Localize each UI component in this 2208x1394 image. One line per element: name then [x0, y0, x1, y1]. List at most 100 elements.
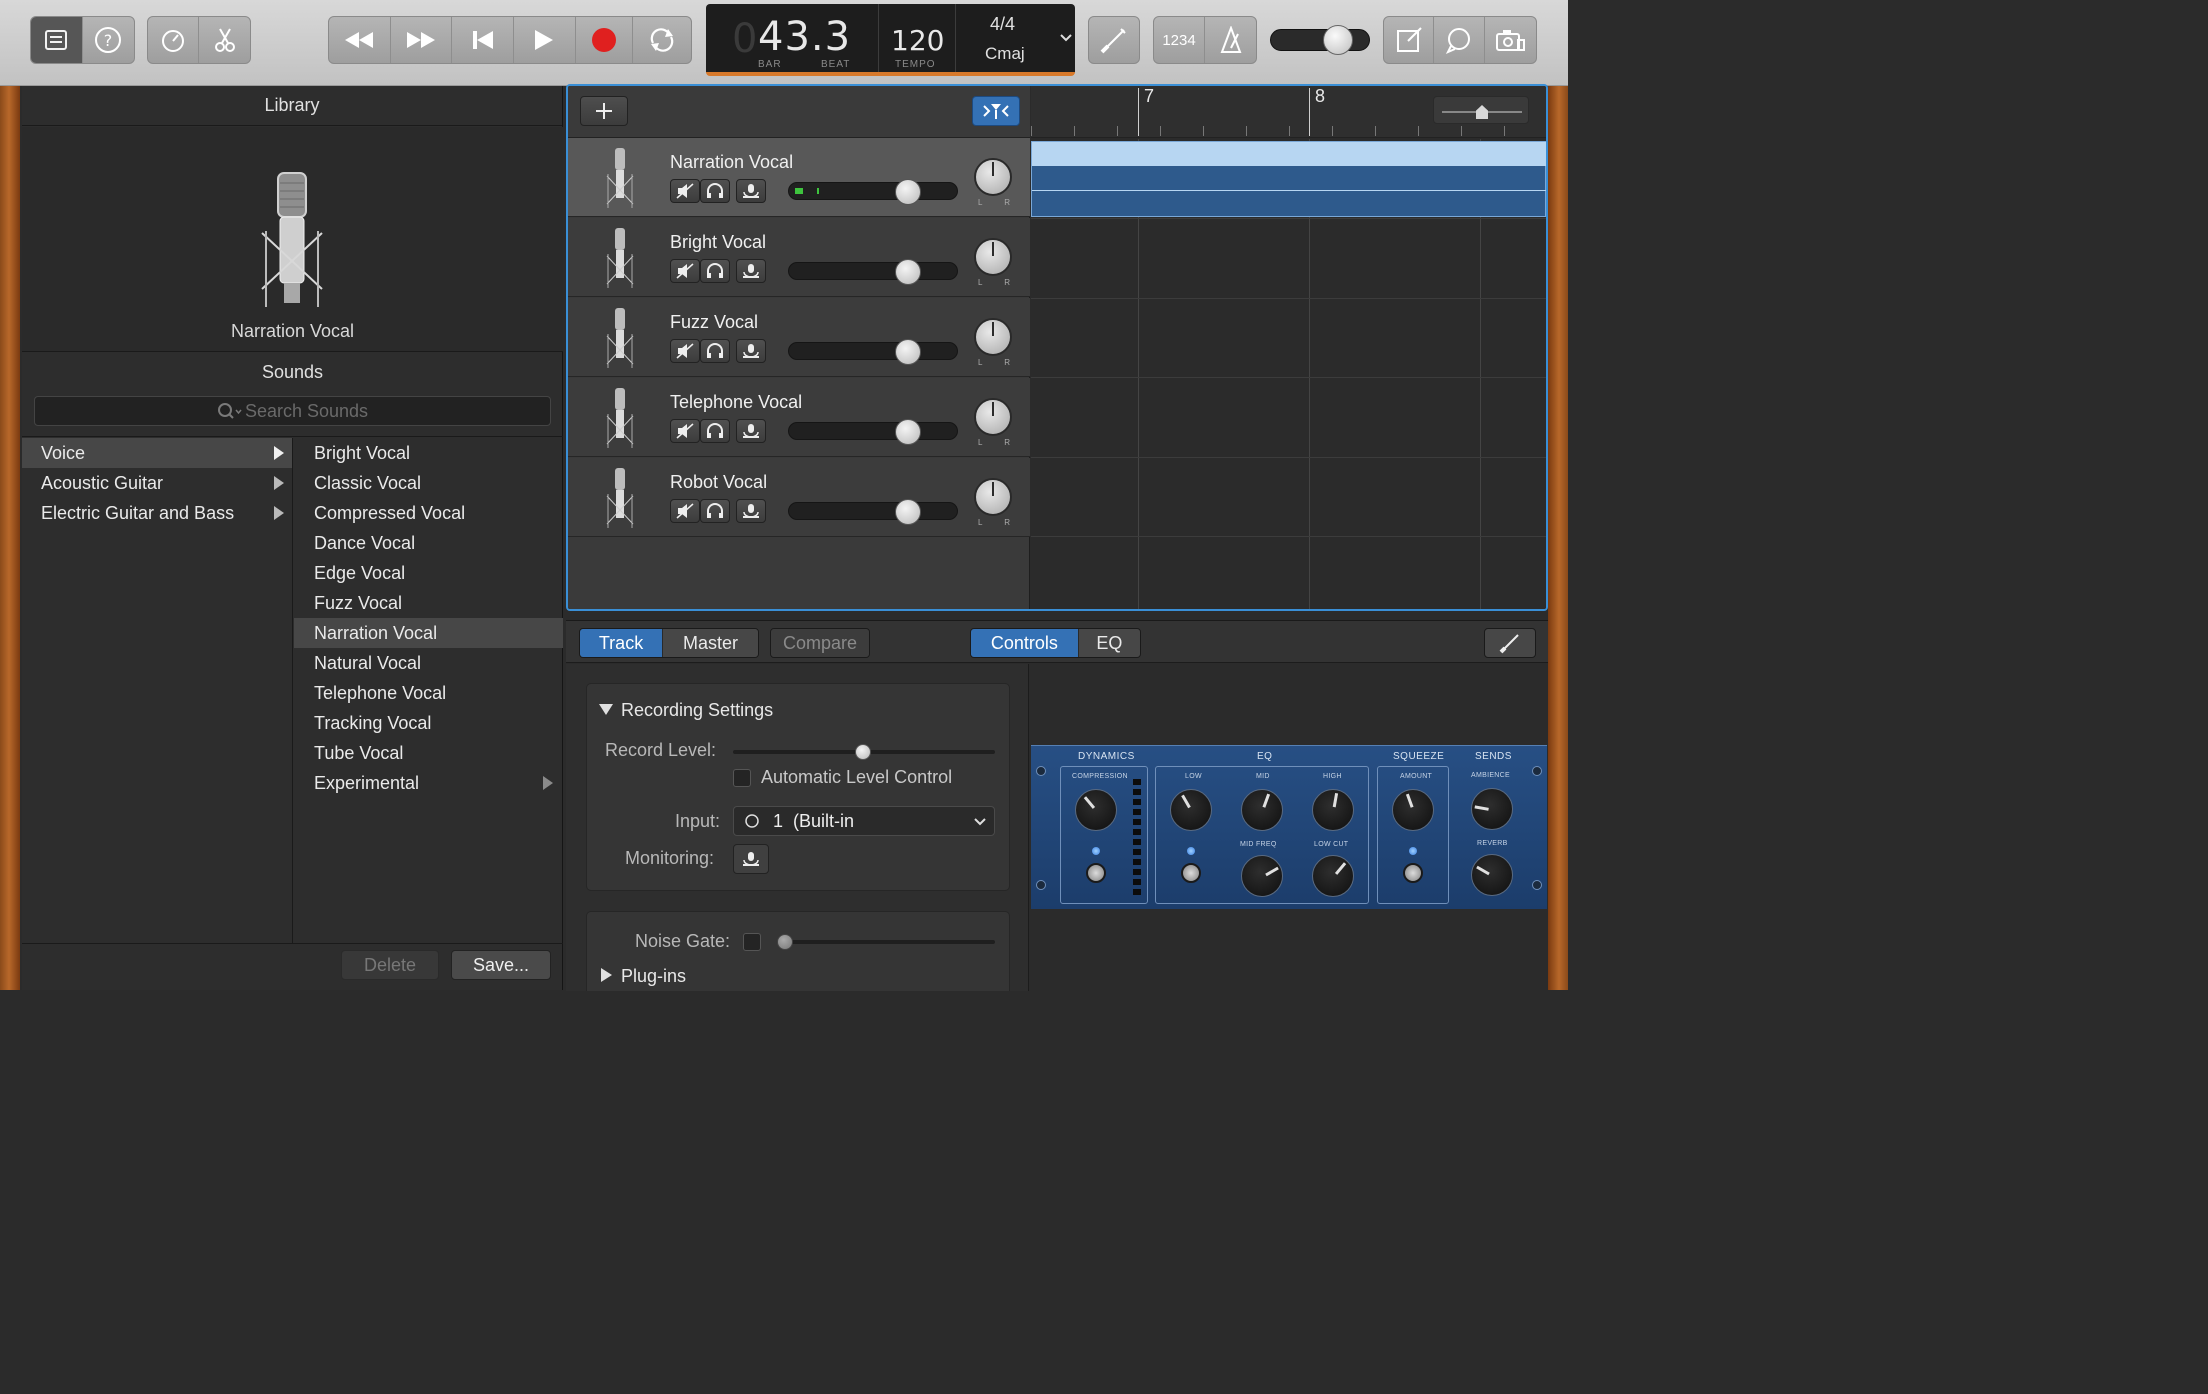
- eq-high-knob[interactable]: [1312, 789, 1354, 831]
- pan-knob[interactable]: [974, 238, 1012, 276]
- play-button[interactable]: [514, 17, 576, 63]
- record-level-slider[interactable]: [733, 744, 995, 760]
- save-button[interactable]: Save...: [451, 950, 551, 980]
- track-row[interactable]: Narration Vocal LR: [568, 138, 1030, 217]
- plugins-label[interactable]: Plug-ins: [621, 966, 686, 987]
- sound-item[interactable]: Classic Vocal: [294, 468, 563, 498]
- track-row[interactable]: Telephone Vocal LR: [568, 378, 1030, 457]
- solo-button[interactable]: [700, 419, 730, 443]
- media-browser-button[interactable]: [1485, 17, 1536, 63]
- volume-slider[interactable]: [788, 419, 958, 445]
- solo-button[interactable]: [700, 499, 730, 523]
- eq-low-cut-knob[interactable]: [1312, 855, 1354, 897]
- solo-button[interactable]: [700, 339, 730, 363]
- catch-playhead-button[interactable]: [972, 96, 1020, 126]
- sound-item[interactable]: Edge Vocal: [294, 558, 563, 588]
- mute-button[interactable]: [670, 339, 700, 363]
- sound-item[interactable]: Tracking Vocal: [294, 708, 563, 738]
- noise-gate-slider[interactable]: [777, 934, 995, 950]
- sound-item[interactable]: Telephone Vocal: [294, 678, 563, 708]
- track-row[interactable]: Robot Vocal LR: [568, 458, 1030, 537]
- cycle-button[interactable]: [633, 17, 691, 63]
- sound-item[interactable]: Natural Vocal: [294, 648, 563, 678]
- rewind-button[interactable]: [329, 17, 391, 63]
- editors-button[interactable]: [199, 17, 250, 63]
- sound-item[interactable]: Dance Vocal: [294, 528, 563, 558]
- track-row[interactable]: Fuzz Vocal LR: [568, 298, 1030, 377]
- input-monitoring-button[interactable]: [736, 419, 766, 443]
- dynamics-toggle[interactable]: [1086, 863, 1106, 883]
- disclosure-closed-icon[interactable]: [601, 968, 612, 982]
- volume-knob[interactable]: [895, 339, 921, 365]
- pan-knob[interactable]: [974, 158, 1012, 196]
- eq-low-knob[interactable]: [1170, 789, 1212, 831]
- ambience-knob[interactable]: [1471, 788, 1513, 830]
- fast-forward-button[interactable]: [391, 17, 453, 63]
- pan-knob[interactable]: [974, 318, 1012, 356]
- help-button[interactable]: ?: [83, 17, 135, 63]
- monitoring-button[interactable]: [733, 844, 769, 874]
- reverb-knob[interactable]: [1471, 854, 1513, 896]
- track-row[interactable]: Bright Vocal LR: [568, 218, 1030, 297]
- category-acoustic-guitar[interactable]: Acoustic Guitar: [22, 468, 292, 498]
- pan-knob[interactable]: [974, 398, 1012, 436]
- delete-button[interactable]: Delete: [341, 950, 439, 980]
- selected-track-region[interactable]: [1031, 141, 1546, 217]
- pan-knob[interactable]: [974, 478, 1012, 516]
- compression-knob[interactable]: [1075, 789, 1117, 831]
- volume-knob[interactable]: [895, 499, 921, 525]
- sound-item[interactable]: Fuzz Vocal: [294, 588, 563, 618]
- ruler[interactable]: 7 8: [1031, 86, 1546, 138]
- track-name[interactable]: Telephone Vocal: [670, 392, 802, 413]
- input-monitoring-button[interactable]: [736, 179, 766, 203]
- tab-eq[interactable]: EQ: [1078, 629, 1140, 657]
- sound-item[interactable]: Compressed Vocal: [294, 498, 563, 528]
- category-voice[interactable]: Voice: [22, 438, 292, 468]
- signature-key-display[interactable]: 4/4 Cmaj: [956, 4, 1056, 72]
- squeeze-amount-knob[interactable]: [1392, 789, 1434, 831]
- tab-controls[interactable]: Controls: [971, 629, 1079, 657]
- squeeze-toggle[interactable]: [1403, 863, 1423, 883]
- auto-level-checkbox[interactable]: [733, 769, 751, 787]
- smart-controls-button[interactable]: [148, 17, 200, 63]
- sound-item[interactable]: Bright Vocal: [294, 438, 563, 468]
- lcd-mode-dropdown[interactable]: [1056, 4, 1075, 72]
- mute-button[interactable]: [670, 259, 700, 283]
- input-monitoring-button[interactable]: [736, 259, 766, 283]
- library-button[interactable]: [31, 17, 83, 63]
- track-lanes[interactable]: [1031, 139, 1546, 609]
- volume-slider[interactable]: [788, 179, 958, 205]
- add-track-button[interactable]: [580, 96, 628, 126]
- mute-button[interactable]: [670, 179, 700, 203]
- track-name[interactable]: Bright Vocal: [670, 232, 766, 253]
- mute-button[interactable]: [670, 499, 700, 523]
- loop-browser-button[interactable]: [1434, 17, 1485, 63]
- sound-folder-experimental[interactable]: Experimental: [294, 768, 563, 798]
- count-in-button[interactable]: 1234: [1154, 17, 1206, 63]
- go-to-beginning-button[interactable]: [452, 17, 514, 63]
- disclosure-open-icon[interactable]: [599, 704, 613, 715]
- tempo-display[interactable]: 120 TEMPO: [879, 4, 956, 72]
- input-select[interactable]: 1 (Built-in: [733, 806, 995, 836]
- sound-item[interactable]: Tube Vocal: [294, 738, 563, 768]
- solo-button[interactable]: [700, 179, 730, 203]
- volume-slider[interactable]: [788, 339, 958, 365]
- volume-slider[interactable]: [788, 499, 958, 525]
- position-display[interactable]: 0 43.3 BAR BEAT: [706, 4, 879, 72]
- solo-button[interactable]: [700, 259, 730, 283]
- tab-master[interactable]: Master: [663, 629, 758, 657]
- master-volume-knob[interactable]: [1323, 25, 1353, 55]
- category-electric-guitar-bass[interactable]: Electric Guitar and Bass: [22, 498, 292, 528]
- volume-knob[interactable]: [895, 259, 921, 285]
- master-volume-slider[interactable]: [1270, 25, 1370, 55]
- note-pad-button[interactable]: [1384, 17, 1435, 63]
- tab-track[interactable]: Track: [580, 629, 664, 657]
- volume-knob[interactable]: [895, 179, 921, 205]
- input-monitoring-button[interactable]: [736, 339, 766, 363]
- zoom-handle[interactable]: [1476, 105, 1488, 119]
- record-button[interactable]: [576, 17, 634, 63]
- eq-toggle[interactable]: [1181, 863, 1201, 883]
- track-name[interactable]: Narration Vocal: [670, 152, 793, 173]
- noise-gate-knob[interactable]: [777, 934, 793, 950]
- sound-item-selected[interactable]: Narration Vocal: [294, 618, 563, 648]
